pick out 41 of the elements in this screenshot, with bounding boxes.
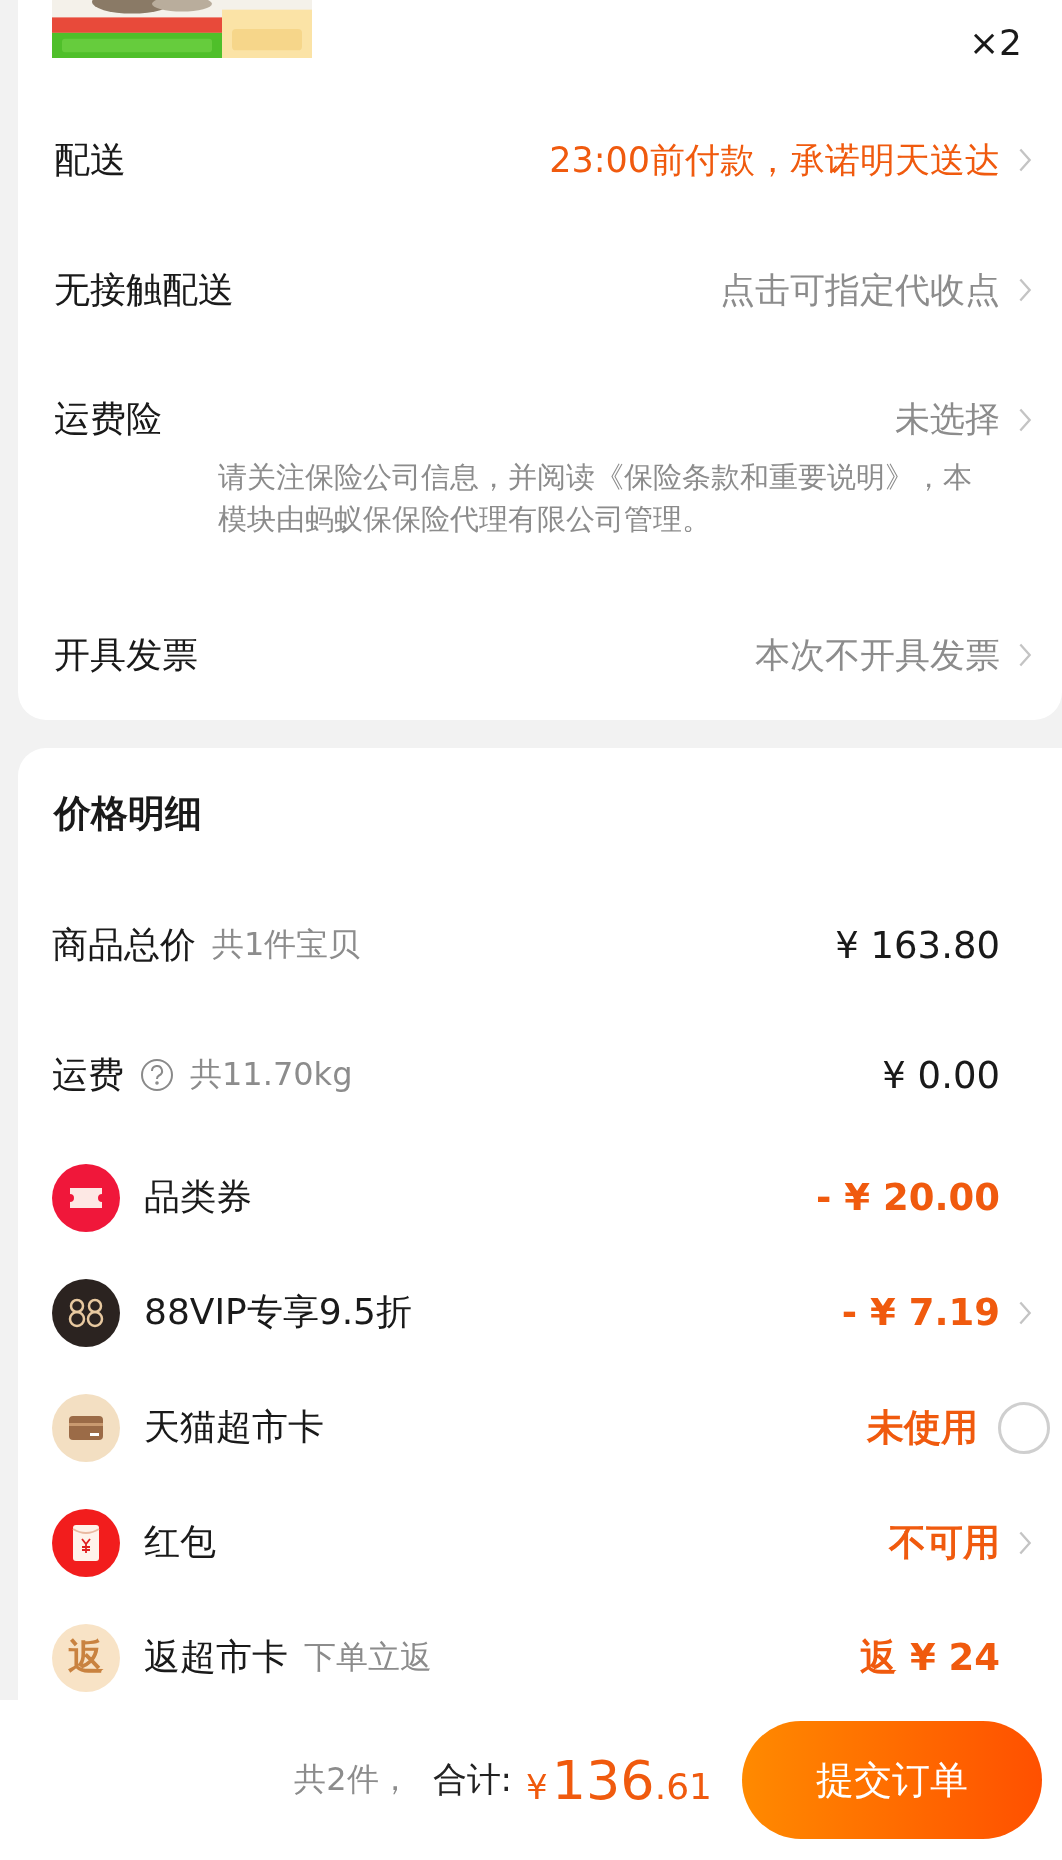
option-label: 无接触配送 [54,267,234,312]
card-icon [52,1393,120,1462]
option-value[interactable]: 23:00前付款，承诺明天送达 [549,136,1000,184]
price-label: 商品总价 [52,922,196,967]
price-hint: 共11.70kg [190,1054,353,1095]
price-label: 红包 [144,1520,216,1564]
option-label: 运费险 [54,397,162,441]
insurance-note: 请关注保险公司信息，并阅读《保险条款和重要说明》，本模块由蚂蚁保保险代理有限公司管理。 [218,459,972,538]
price-value: ¥ 0.00 [882,1053,1000,1097]
price-label: 88VIP专享9.5折 [144,1290,412,1334]
price-value: - ¥ 7.19 [841,1291,1000,1334]
vip-icon [52,1278,120,1347]
help-icon[interactable] [140,1058,174,1092]
quantity: ×2 [968,22,1022,63]
price-label: 返超市卡 [144,1635,288,1679]
submit-order-button[interactable]: 提交订单 [742,1721,1042,1839]
option-label: 配送 [54,137,126,182]
envelope-icon [52,1508,120,1577]
chevron-icon[interactable] [1018,1299,1032,1326]
chevron-icon[interactable] [1018,1529,1032,1556]
price-label: 品类券 [144,1175,252,1219]
option-value[interactable]: 本次不开具发票 [755,631,1000,679]
option-value[interactable]: 点击可指定代收点 [720,266,1000,314]
price-value: 不可用 [889,1519,1000,1566]
total-label: 合计: [432,1758,512,1801]
price-value: ¥ 163.80 [835,923,1000,967]
option-value[interactable]: 未选择 [895,396,1000,443]
price-value: 未使用 [867,1404,978,1451]
price-hint: 下单立返 [304,1636,432,1678]
item-count: 共2件， [294,1759,411,1800]
price-label: 运费 [52,1052,124,1097]
price-value: - ¥ 20.00 [816,1176,1000,1219]
price-value: 返 ¥ 24 [860,1634,1000,1681]
price-label: 天猫超市卡 [144,1405,324,1449]
option-label: 开具发票 [54,632,198,677]
section-title: 价格明细 [52,791,203,837]
price-hint: 共1件宝贝 [212,924,361,965]
rebate-badge-icon: 返 [52,1623,120,1692]
total-amount: ¥136.61 [526,1748,712,1812]
ticket-icon [52,1163,120,1232]
radio-button[interactable] [998,1401,1050,1454]
